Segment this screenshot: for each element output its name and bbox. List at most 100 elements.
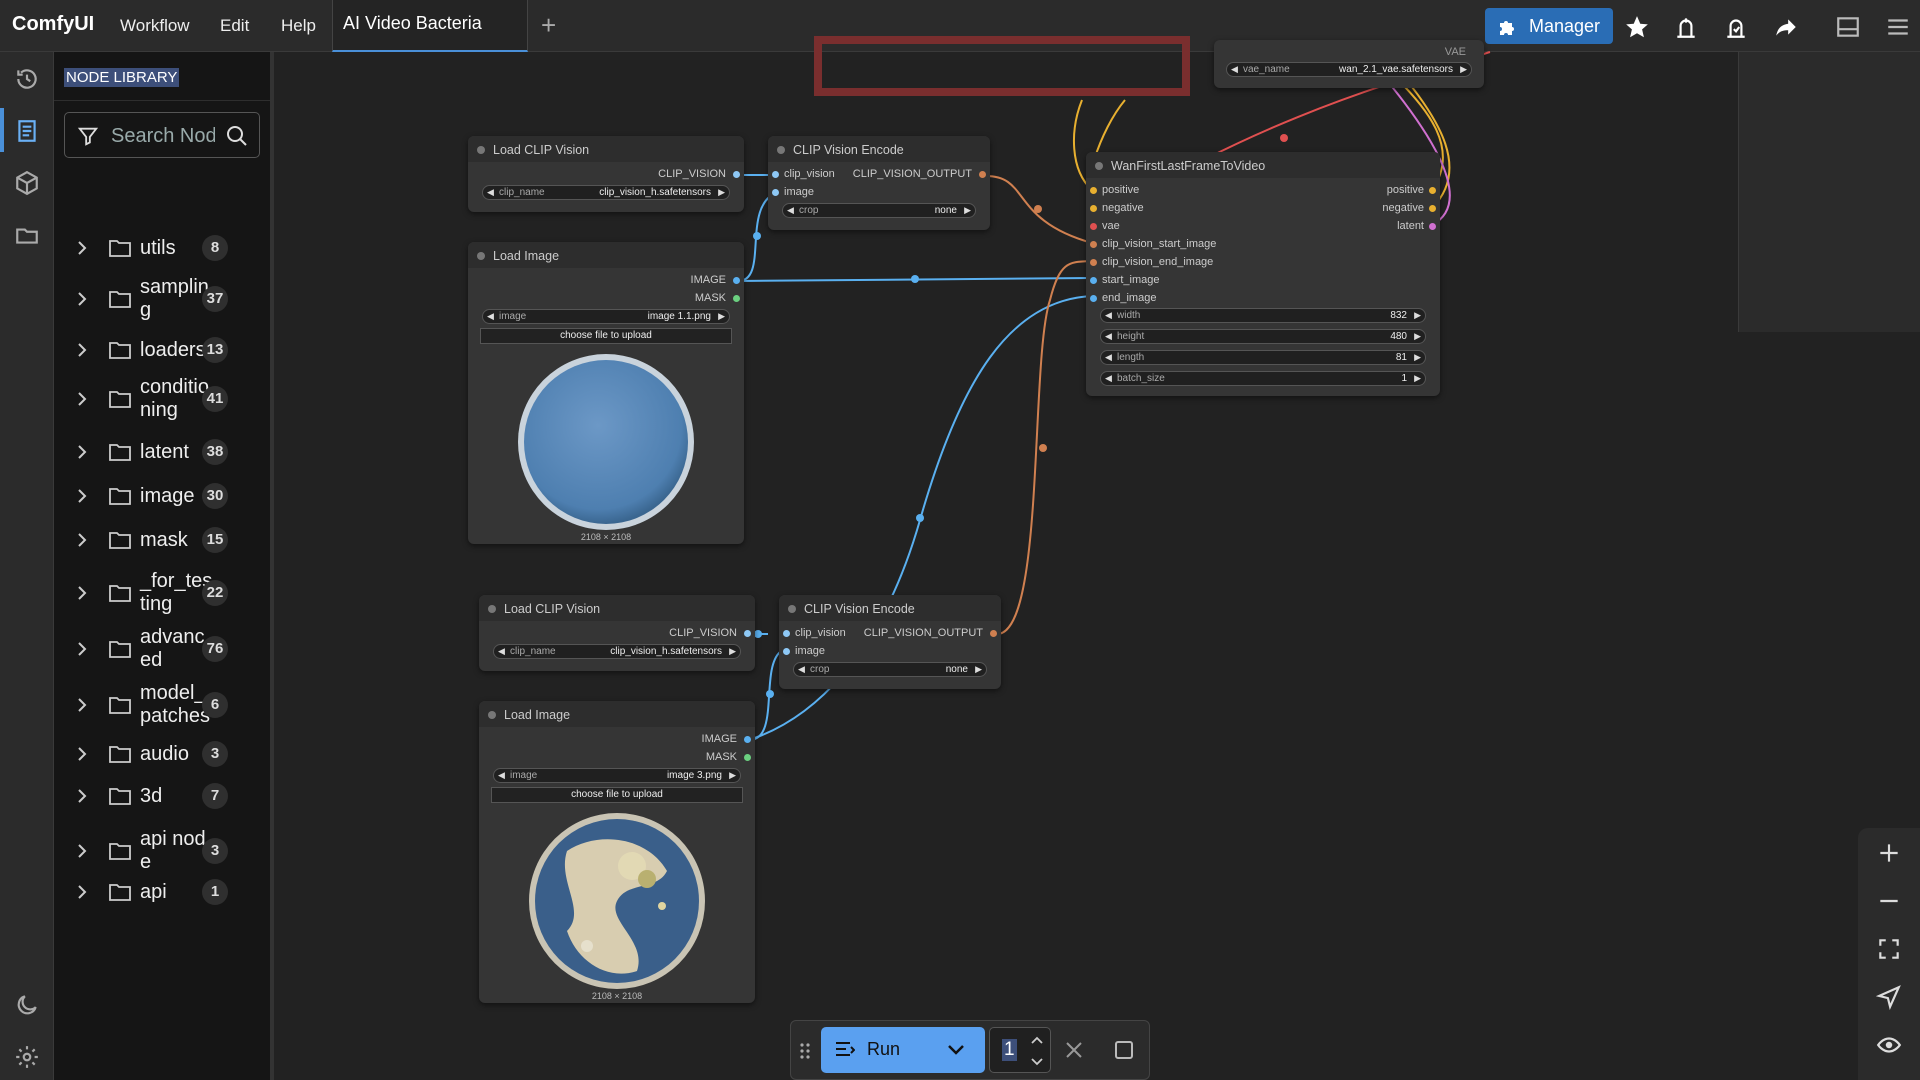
upload-button[interactable]: choose file to upload [480,328,732,344]
node-dot [777,146,785,154]
node-dot [488,711,496,719]
output-port[interactable] [744,630,751,637]
input-label: start_image [1102,274,1160,286]
wan-first-last-frame-node[interactable]: WanFirstLastFrameToVideo positive negativ… [1086,152,1440,396]
input-label: clip_vision [784,168,835,180]
batch-count-value: 1 [1002,1039,1017,1061]
number-widget[interactable]: ◀ width 832 ▶ [1100,308,1426,323]
input-port[interactable] [1090,187,1097,194]
preview-node-frame [814,36,1190,96]
widget-label: crop [799,205,819,216]
input-port[interactable] [1090,205,1097,212]
node-dot [477,252,485,260]
output-label: CLIP_VISION_OUTPUT [863,627,983,639]
eye-icon[interactable] [1876,1032,1902,1058]
output-port[interactable] [1429,205,1436,212]
widget-value: wan_2.1_vae.safetensors [1339,64,1453,75]
image-dimensions: 2108 × 2108 [580,532,632,542]
widget-label: length [1117,352,1145,363]
input-port[interactable] [783,648,790,655]
cancel-icon[interactable] [1063,1039,1085,1061]
stop-icon[interactable] [1113,1039,1135,1061]
load-image-node-2[interactable]: Load Image IMAGE MASK ◀ image image 3.png ▶… [479,701,755,1003]
widget-label: clip_name [510,646,556,657]
input-label: vae [1102,220,1120,232]
node-title: CLIP Vision Encode [804,602,915,616]
number-widget[interactable]: ◀ height 480 ▶ [1100,329,1426,344]
vae-name-widget[interactable]: ◀ vae_name wan_2.1_vae.safetensors ▶ [1226,62,1472,77]
widget-label: clip_name [499,187,545,198]
widget-label: image [510,770,538,781]
output-label: CLIP_VISION [658,168,726,180]
input-label: image [784,186,814,198]
load-clip-vision-node[interactable]: Load CLIP Vision CLIP_VISION ◀ clip_name c… [468,136,744,212]
widget-label: crop [810,664,830,675]
input-port[interactable] [1090,277,1097,284]
clip-name-widget[interactable]: ◀ clip_name clip_vision_h.safetensors ▶ [493,644,741,659]
node-dot [477,146,485,154]
output-port[interactable] [733,295,740,302]
zoom-in-icon[interactable] [1876,840,1902,866]
node-title: Load Image [493,249,560,263]
input-port[interactable] [772,171,779,178]
output-port[interactable] [979,171,986,178]
output-label: CLIP_VISION_OUTPUT [852,168,972,180]
output-port[interactable] [744,754,751,761]
image-widget[interactable]: ◀ image image 3.png ▶ [493,768,741,783]
stepper-arrows-icon[interactable] [1030,1034,1044,1068]
output-port[interactable] [744,736,751,743]
output-label: positive [1386,184,1424,196]
input-port[interactable] [1090,241,1097,248]
widget-value: 480 [1390,331,1407,342]
input-port[interactable] [772,189,779,196]
node-dot [788,605,796,613]
fit-view-icon[interactable] [1876,936,1902,962]
output-port[interactable] [733,277,740,284]
run-button[interactable]: Run [821,1027,985,1073]
input-port[interactable] [783,630,790,637]
input-port[interactable] [1090,295,1097,302]
clip-vision-encode-node-2[interactable]: CLIP Vision Encode clip_vision CLIP_VISI… [779,595,1001,689]
number-widget[interactable]: ◀ batch_size 1 ▶ [1100,371,1426,386]
widget-label: batch_size [1117,373,1165,384]
vae-loader-node[interactable]: VAE ◀ vae_name wan_2.1_vae.safetensors ▶ [1214,40,1484,88]
run-toolbar: Run 1 [790,1020,1150,1080]
image-widget[interactable]: ◀ image image 1.1.png ▶ [482,309,730,324]
widget-value: clip_vision_h.safetensors [599,187,711,198]
number-widget[interactable]: ◀ length 81 ▶ [1100,350,1426,365]
queue-icon [836,1042,855,1056]
crop-widget[interactable]: ◀ crop none ▶ [793,662,987,677]
drag-handle-icon[interactable] [799,1041,811,1061]
zoom-controls [1858,828,1920,1080]
clip-vision-encode-node[interactable]: CLIP Vision Encode clip_vision CLIP_VISI… [768,136,990,230]
input-label: image [795,645,825,657]
widget-label: width [1117,310,1141,321]
petri-dish-image [518,354,694,530]
output-port[interactable] [733,171,740,178]
widget-label: height [1117,331,1145,342]
petri-dish-colonies-image [529,813,705,989]
crop-widget[interactable]: ◀ crop none ▶ [782,203,976,218]
node-header: CLIP Vision Encode [768,136,990,162]
widget-value: 832 [1390,310,1407,321]
output-label: latent [1397,220,1424,232]
input-label: negative [1102,202,1144,214]
output-port[interactable] [990,630,997,637]
input-port[interactable] [1090,259,1097,266]
output-port[interactable] [1429,223,1436,230]
zoom-out-icon[interactable] [1876,888,1902,914]
input-label: clip_vision [795,627,846,639]
load-clip-vision-node-2[interactable]: Load CLIP Vision CLIP_VISION ◀ clip_name c… [479,595,755,671]
upload-button[interactable]: choose file to upload [491,787,743,803]
node-header: CLIP Vision Encode [779,595,1001,621]
input-port[interactable] [1090,223,1097,230]
load-image-node[interactable]: Load Image IMAGE MASK ◀ image image 1.1.pn… [468,242,744,544]
clip-name-widget[interactable]: ◀ clip_name clip_vision_h.safetensors ▶ [482,185,730,200]
node-dot [1095,162,1103,170]
chevron-down-icon[interactable] [945,1041,967,1059]
batch-count-input[interactable]: 1 [989,1027,1051,1073]
widget-value: 1 [1401,373,1407,384]
send-icon[interactable] [1876,984,1902,1010]
widget-value: clip_vision_h.safetensors [610,646,722,657]
output-port[interactable] [1429,187,1436,194]
